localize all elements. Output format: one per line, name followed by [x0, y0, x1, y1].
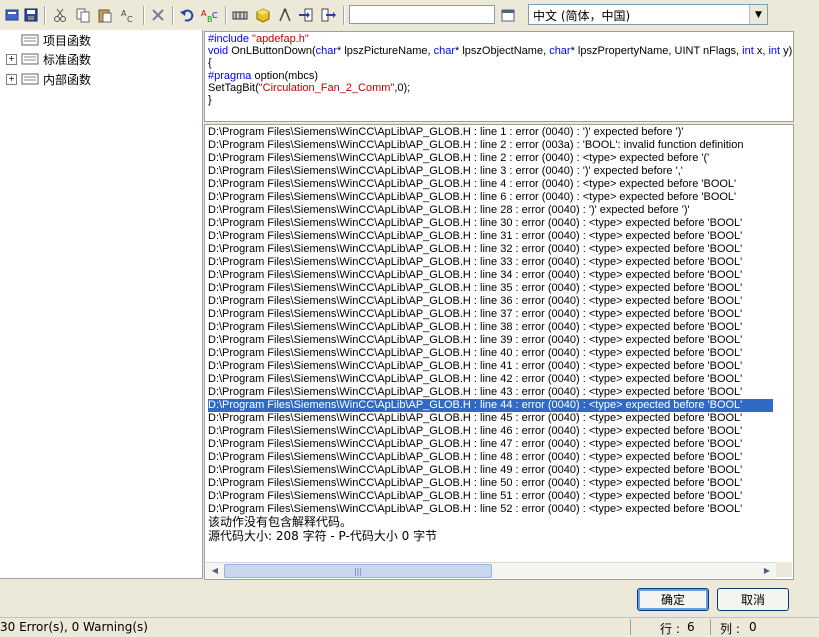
output-line[interactable]: D:\Program Files\Siemens\WinCC\ApLib\AP_…: [208, 412, 773, 425]
output-line[interactable]: D:\Program Files\Siemens\WinCC\ApLib\AP_…: [208, 256, 773, 269]
compiler-output: D:\Program Files\Siemens\WinCC\ApLib\AP_…: [204, 124, 794, 580]
abc-icon[interactable]: ABC: [201, 6, 219, 24]
output-line[interactable]: D:\Program Files\Siemens\WinCC\ApLib\AP_…: [208, 477, 773, 490]
output-line[interactable]: D:\Program Files\Siemens\WinCC\ApLib\AP_…: [208, 126, 773, 139]
output-size-message: 源代码大小: 208 字符 - P-代码大小 0 字节: [208, 529, 438, 543]
output-line[interactable]: D:\Program Files\Siemens\WinCC\ApLib\AP_…: [208, 451, 773, 464]
tree-item-label: 项目函数: [43, 33, 92, 48]
undo-icon[interactable]: [178, 6, 196, 24]
scroll-right-icon[interactable]: ▶: [759, 563, 775, 578]
svg-text:C: C: [212, 11, 218, 20]
output-line[interactable]: D:\Program Files\Siemens\WinCC\ApLib\AP_…: [208, 308, 773, 321]
output-line[interactable]: D:\Program Files\Siemens\WinCC\ApLib\AP_…: [208, 217, 773, 230]
language-select-value: 中文 (简体，中国): [533, 9, 631, 23]
tree-item-internal-functions[interactable]: + 内部函数: [6, 70, 91, 88]
code-line: void OnLButtonDown(char* lpszPictureName…: [208, 45, 793, 57]
expand-icon[interactable]: +: [6, 53, 17, 65]
cut-icon[interactable]: [51, 6, 69, 24]
error-count: 30 Error(s), 0 Warning(s): [0, 620, 148, 634]
output-line[interactable]: D:\Program Files\Siemens\WinCC\ApLib\AP_…: [208, 191, 773, 204]
output-line[interactable]: D:\Program Files\Siemens\WinCC\ApLib\AP_…: [208, 204, 773, 217]
code-line: #include "apdefap.h": [208, 33, 309, 45]
row-label: 行 :: [660, 622, 680, 636]
output-line[interactable]: D:\Program Files\Siemens\WinCC\ApLib\AP_…: [208, 269, 773, 282]
goto-icon[interactable]: [320, 6, 338, 24]
tree-item-standard-functions[interactable]: + 标准函数: [6, 50, 91, 68]
horizontal-scrollbar[interactable]: ◀ ||| ▶: [206, 562, 776, 578]
output-line[interactable]: D:\Program Files\Siemens\WinCC\ApLib\AP_…: [208, 282, 773, 295]
tag-icon[interactable]: [231, 6, 249, 24]
output-line[interactable]: D:\Program Files\Siemens\WinCC\ApLib\AP_…: [208, 373, 773, 386]
code-line: #pragma option(mbcs): [208, 70, 319, 82]
cancel-button[interactable]: 取消: [717, 588, 789, 611]
code-line: SetTagBit("Circulation_Fan_2_Comm",0);: [208, 82, 411, 94]
output-line[interactable]: D:\Program Files\Siemens\WinCC\ApLib\AP_…: [208, 464, 773, 477]
function-folder-icon: [21, 73, 39, 85]
output-line[interactable]: D:\Program Files\Siemens\WinCC\ApLib\AP_…: [208, 347, 773, 360]
code-editor[interactable]: #include "apdefap.h" void OnLButtonDown(…: [204, 31, 794, 122]
import-icon[interactable]: [297, 6, 315, 24]
output-line[interactable]: D:\Program Files\Siemens\WinCC\ApLib\AP_…: [208, 243, 773, 256]
paste-icon[interactable]: [96, 6, 114, 24]
output-line[interactable]: D:\Program Files\Siemens\WinCC\ApLib\AP_…: [208, 334, 773, 347]
tree-item-label: 标准函数: [43, 52, 92, 67]
function-folder-icon: [21, 53, 39, 65]
copy-icon[interactable]: [74, 6, 92, 24]
tree-item-label: 内部函数: [43, 72, 92, 87]
object-icon[interactable]: [254, 6, 272, 24]
svg-text:C: C: [127, 15, 133, 23]
search-input[interactable]: [349, 5, 495, 24]
row-value: 6: [687, 620, 695, 634]
code-line: {: [208, 57, 212, 69]
output-line[interactable]: D:\Program Files\Siemens\WinCC\ApLib\AP_…: [208, 230, 773, 243]
function-folder-icon: [21, 34, 39, 46]
output-line[interactable]: D:\Program Files\Siemens\WinCC\ApLib\AP_…: [208, 425, 773, 438]
output-line[interactable]: D:\Program Files\Siemens\WinCC\ApLib\AP_…: [208, 386, 773, 399]
function-tree: 项目函数 + 标准函数 + 内部函数: [0, 30, 203, 579]
calendar-icon[interactable]: [497, 5, 518, 24]
delete-icon[interactable]: [149, 6, 167, 24]
output-line[interactable]: D:\Program Files\Siemens\WinCC\ApLib\AP_…: [208, 490, 773, 503]
compass-icon[interactable]: [276, 6, 294, 24]
scroll-thumb[interactable]: |||: [224, 564, 492, 578]
compile-icon[interactable]: [3, 6, 21, 24]
output-line[interactable]: D:\Program Files\Siemens\WinCC\ApLib\AP_…: [208, 321, 773, 334]
scroll-left-icon[interactable]: ◀: [207, 563, 223, 578]
tree-item-project-functions[interactable]: 项目函数: [6, 31, 91, 49]
language-select[interactable]: 中文 (简体，中国) ▼: [528, 4, 768, 25]
output-message: 该动作没有包含解释代码。: [208, 515, 353, 529]
chevron-down-icon[interactable]: ▼: [749, 5, 767, 24]
scroll-corner: [776, 562, 792, 577]
replace-icon[interactable]: AC: [119, 6, 137, 24]
toolbar: AC ABC 中文 (简体，中国) ▼: [0, 0, 819, 30]
output-line[interactable]: D:\Program Files\Siemens\WinCC\ApLib\AP_…: [208, 295, 773, 308]
output-line[interactable]: D:\Program Files\Siemens\WinCC\ApLib\AP_…: [208, 139, 773, 152]
output-line[interactable]: D:\Program Files\Siemens\WinCC\ApLib\AP_…: [208, 360, 773, 373]
output-line[interactable]: D:\Program Files\Siemens\WinCC\ApLib\AP_…: [208, 438, 773, 451]
expand-icon[interactable]: +: [6, 73, 17, 85]
output-line[interactable]: D:\Program Files\Siemens\WinCC\ApLib\AP_…: [208, 165, 773, 178]
save-icon[interactable]: [22, 6, 40, 24]
status-bar: 30 Error(s), 0 Warning(s) 行 : 6 列 : 0: [0, 617, 819, 636]
output-line[interactable]: D:\Program Files\Siemens\WinCC\ApLib\AP_…: [208, 399, 773, 412]
output-line[interactable]: D:\Program Files\Siemens\WinCC\ApLib\AP_…: [208, 178, 773, 191]
output-line[interactable]: D:\Program Files\Siemens\WinCC\ApLib\AP_…: [208, 152, 773, 165]
col-label: 列 :: [720, 622, 740, 636]
ok-button[interactable]: 确定: [637, 588, 709, 611]
col-value: 0: [749, 620, 757, 634]
code-line: }: [208, 94, 212, 106]
